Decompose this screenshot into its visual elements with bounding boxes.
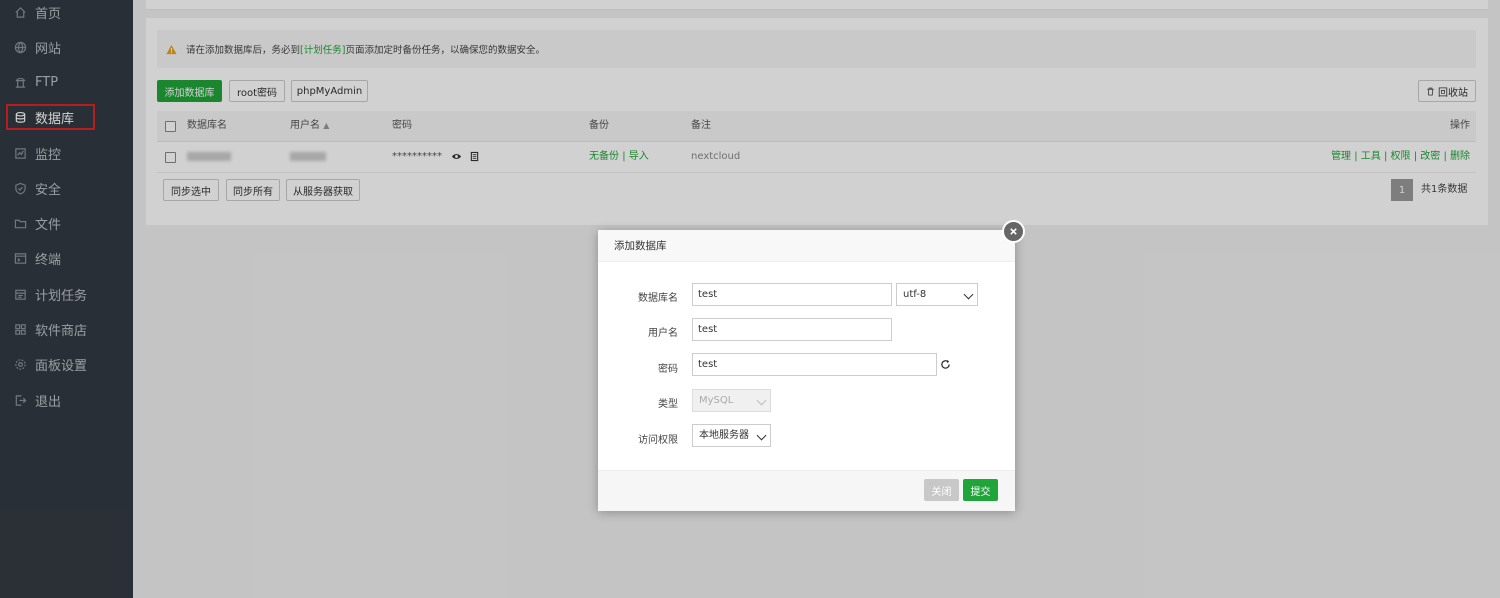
close-button[interactable]: 关闭: [924, 479, 959, 501]
dbname-label: 数据库名: [638, 293, 678, 304]
access-label: 访问权限: [638, 435, 678, 446]
dialog-footer: 关闭 提交: [598, 470, 1015, 511]
type-label: 类型: [658, 399, 678, 410]
charset-select[interactable]: utf-8: [896, 283, 978, 306]
submit-button[interactable]: 提交: [963, 479, 998, 501]
type-value: MySQL: [699, 395, 734, 406]
dialog-title: 添加数据库: [598, 230, 1015, 262]
refresh-icon[interactable]: [940, 359, 951, 370]
dialog-close-icon[interactable]: [1002, 220, 1025, 243]
chevron-down-icon: [963, 289, 974, 300]
add-database-dialog: 添加数据库 数据库名 test utf-8 用户名 test 密码 test 类…: [598, 230, 1015, 511]
charset-value: utf-8: [903, 289, 927, 300]
password-input[interactable]: test: [692, 353, 937, 376]
type-select: MySQL: [692, 389, 771, 412]
close-icon: [1010, 228, 1017, 235]
password-label: 密码: [658, 364, 678, 375]
chevron-down-icon: [756, 430, 767, 441]
username-input[interactable]: test: [692, 318, 892, 341]
username-label: 用户名: [648, 328, 678, 339]
access-select[interactable]: 本地服务器: [692, 424, 771, 447]
access-value: 本地服务器: [699, 430, 749, 441]
chevron-down-icon: [756, 395, 767, 406]
dbname-input[interactable]: test: [692, 283, 892, 306]
